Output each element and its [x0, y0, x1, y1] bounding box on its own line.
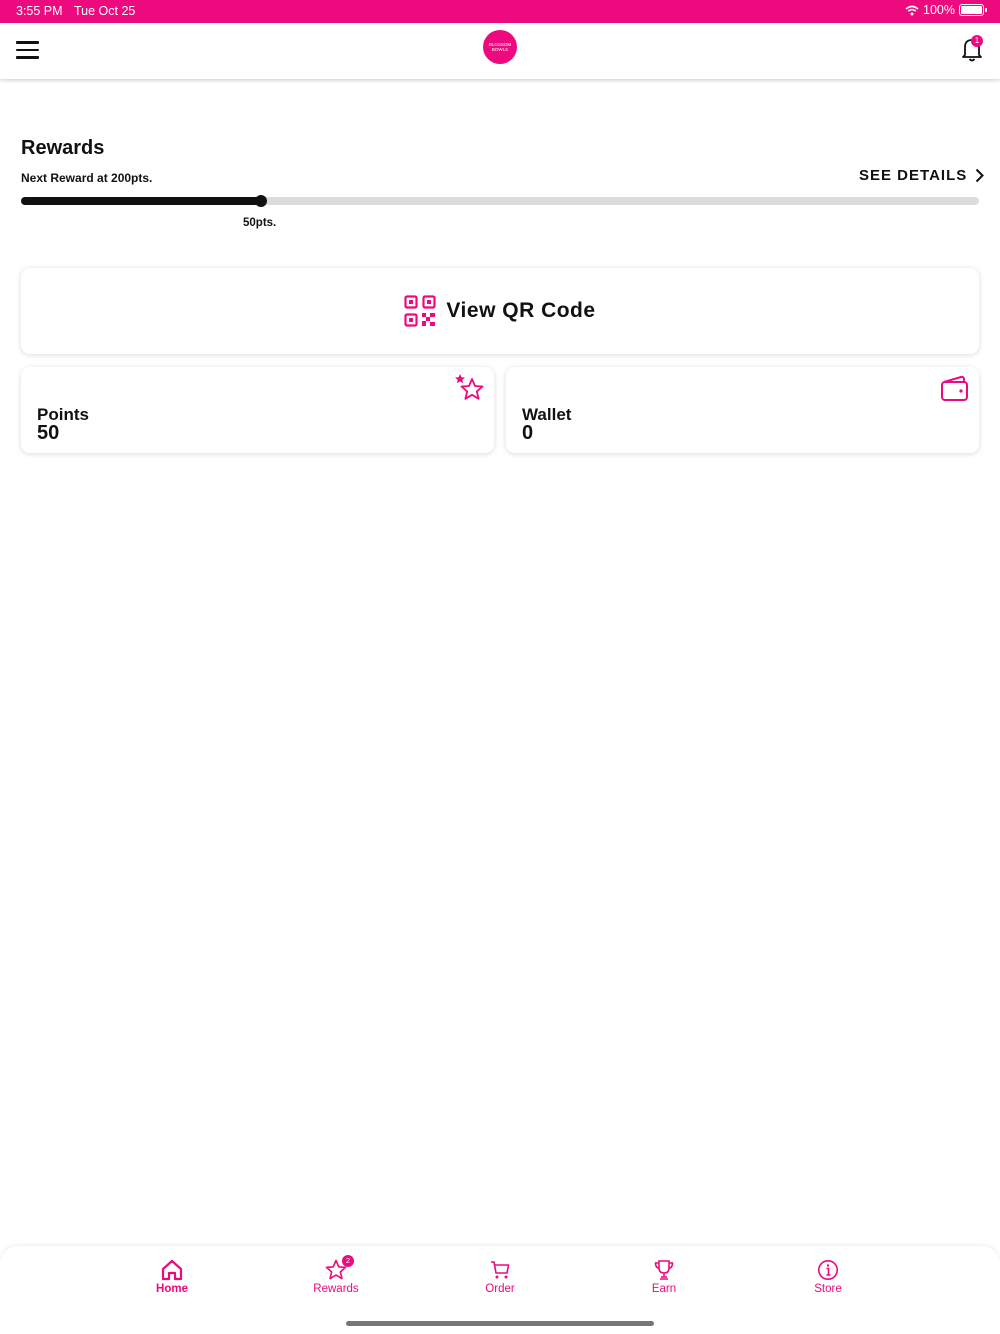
tab-home[interactable]: Home	[122, 1258, 222, 1295]
tab-rewards-label: Rewards	[313, 1283, 359, 1295]
rewards-title: Rewards	[21, 137, 105, 159]
battery-percent: 100%	[923, 3, 955, 17]
wallet-icon	[941, 375, 968, 401]
tab-rewards[interactable]: 2 Rewards	[286, 1255, 386, 1295]
info-icon	[818, 1260, 838, 1280]
wallet-card[interactable]: Wallet 0	[506, 367, 979, 453]
status-time: 3:55 PM	[16, 4, 63, 18]
status-right: 100%	[905, 3, 987, 17]
rewards-progress-bar	[21, 195, 979, 207]
wifi-icon	[905, 5, 919, 15]
see-details-label: SEE DETAILS	[859, 167, 968, 184]
points-value: 50	[37, 422, 60, 444]
progress-fill	[21, 197, 261, 205]
progress-knob	[254, 195, 267, 207]
tab-earn[interactable]: Earn	[614, 1258, 714, 1295]
tab-order-label: Order	[485, 1283, 515, 1295]
tab-store[interactable]: Store	[778, 1258, 878, 1295]
see-details-link[interactable]: SEE DETAILS	[859, 167, 985, 184]
menu-button[interactable]	[16, 41, 39, 59]
notification-badge: 1	[971, 35, 983, 47]
brand-logo: BLOSSOM BOWLS	[483, 30, 517, 64]
logo-text-2: BOWLS	[491, 47, 509, 52]
chevron-right-icon	[976, 168, 985, 183]
status-bar: 3:55 PM Tue Oct 25 100%	[0, 0, 1000, 23]
tab-order[interactable]: Order	[450, 1258, 550, 1295]
home-icon	[161, 1259, 183, 1281]
points-card[interactable]: Points 50	[21, 367, 494, 453]
view-qr-code-label: View QR Code	[446, 299, 596, 322]
current-points-label: 50pts.	[243, 217, 277, 229]
cart-icon	[491, 1261, 510, 1279]
view-qr-code-button[interactable]: View QR Code	[21, 268, 979, 354]
status-date: Tue Oct 25	[74, 4, 136, 18]
tab-store-label: Store	[814, 1283, 842, 1295]
trophy-icon	[654, 1260, 674, 1280]
tab-earn-label: Earn	[651, 1283, 677, 1295]
rewards-badge: 2	[342, 1255, 354, 1267]
battery-icon	[959, 4, 987, 16]
wallet-value: 0	[522, 422, 534, 444]
top-nav: BLOSSOM BOWLS 1	[0, 23, 1000, 79]
next-reward-text: Next Reward at 200pts.	[21, 171, 153, 185]
home-indicator	[346, 1321, 654, 1326]
stars-icon	[455, 374, 484, 400]
tab-home-label: Home	[156, 1283, 188, 1295]
qr-code-icon	[404, 295, 437, 327]
